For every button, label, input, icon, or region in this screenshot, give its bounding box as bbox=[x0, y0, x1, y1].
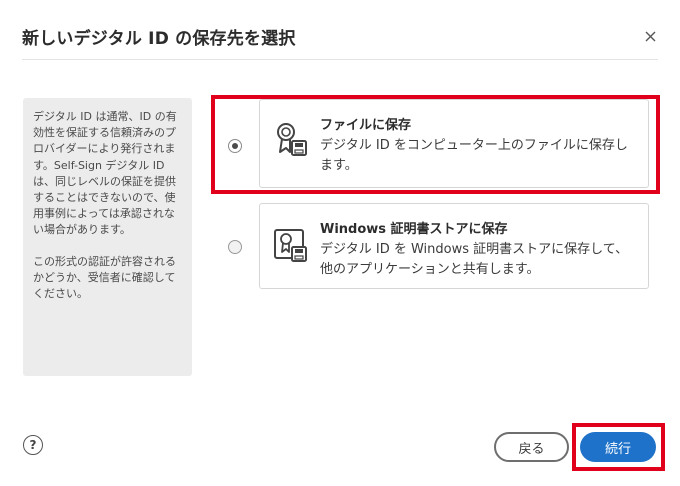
help-button[interactable]: ? bbox=[23, 435, 43, 455]
certificate-store-icon bbox=[274, 229, 307, 262]
option-save-to-file-title: ファイルに保存 bbox=[320, 118, 412, 133]
select-digital-id-location-dialog: 新しいデジタル ID の保存先を選択 デジタル ID は通常、ID の有効性を保… bbox=[0, 0, 680, 486]
info-text-confirm: この形式の認証が許容されるかどうか、受信者に確認してください。 bbox=[33, 254, 176, 301]
continue-button[interactable]: 続行 bbox=[580, 432, 656, 462]
help-icon: ? bbox=[29, 438, 37, 452]
option-windows-cert-store[interactable]: Windows 証明書ストアに保存 デジタル ID を Windows 証明書ス… bbox=[259, 203, 649, 289]
close-button[interactable] bbox=[640, 26, 660, 46]
close-icon bbox=[645, 31, 655, 41]
info-panel: デジタル ID は通常、ID の有効性を保証する信頼済みのプロバイダーにより発行… bbox=[23, 98, 192, 376]
back-button[interactable]: 戻る bbox=[494, 432, 569, 462]
option-save-to-file-description: デジタル ID をコンピューター上のファイルに保存します。 bbox=[320, 138, 628, 173]
radio-windows-cert-store[interactable] bbox=[228, 240, 242, 254]
info-text-trust: デジタル ID は通常、ID の有効性を保証する信頼済みのプロバイダーにより発行… bbox=[33, 110, 177, 237]
option-save-to-file[interactable]: ファイルに保存 デジタル ID をコンピューター上のファイルに保存します。 bbox=[259, 99, 649, 188]
option-windows-cert-store-title: Windows 証明書ストアに保存 bbox=[320, 222, 508, 237]
option-windows-cert-store-description: デジタル ID を Windows 証明書ストアに保存して、他のアプリケーション… bbox=[320, 242, 629, 277]
radio-save-to-file[interactable] bbox=[228, 139, 242, 153]
certificate-save-icon bbox=[277, 123, 307, 156]
title-divider bbox=[22, 59, 658, 60]
dialog-title: 新しいデジタル ID の保存先を選択 bbox=[22, 29, 296, 49]
